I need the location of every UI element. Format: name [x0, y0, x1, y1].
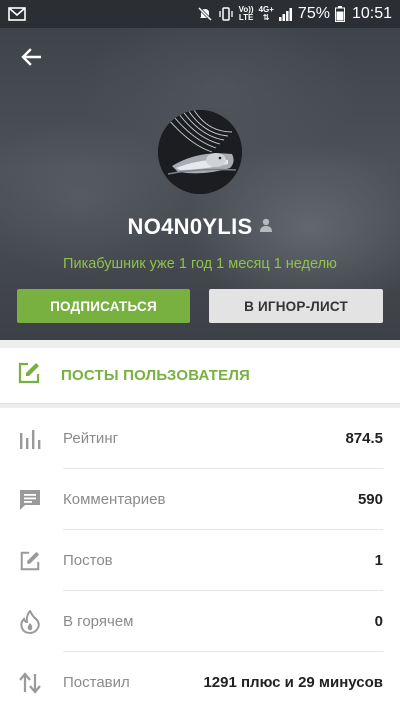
user-posts-label: ПОСТЫ ПОЛЬЗОВАТЕЛЯ — [61, 367, 251, 384]
vibrate-icon — [218, 6, 234, 22]
clock: 10:51 — [351, 5, 392, 22]
stat-value: 590 — [357, 491, 383, 508]
username-row: NO4N0YLIS — [0, 214, 400, 240]
mute-icon — [197, 6, 213, 22]
volte-indicator: Vo)) LTE — [238, 5, 254, 22]
stat-value: 874.5 — [345, 430, 383, 447]
stat-row-hot: В горячем 0 — [0, 591, 400, 652]
stat-label: Поставил — [63, 674, 130, 691]
username: NO4N0YLIS — [127, 214, 253, 239]
tenure-text: Пикабушник уже 1 год 1 месяц 1 неделю — [63, 256, 337, 272]
stat-label: В горячем — [63, 613, 134, 630]
ignore-list-button[interactable]: В ИГНОР-ЛИСТ — [209, 289, 383, 323]
profile-header: NO4N0YLIS Пикабушник уже 1 год 1 месяц 1… — [0, 28, 400, 340]
arrow-left-icon — [21, 47, 42, 71]
status-bar: Vo)) LTE 4G+ ⇅ 75% 10:51 — [0, 0, 400, 28]
stat-value: 1291 плюс и 29 минусов — [203, 674, 383, 691]
network-4g-indicator: 4G+ ⇅ — [258, 5, 274, 22]
battery-icon — [334, 6, 345, 22]
edit-icon — [17, 361, 41, 390]
edit-icon — [17, 548, 43, 574]
subscribe-button[interactable]: ПОДПИСАТЬСЯ — [17, 289, 190, 323]
stat-value: 0 — [374, 613, 383, 630]
stats-list: Рейтинг 874.5 Комментариев 590 Постов 1 … — [0, 408, 400, 711]
stat-row-votes: Поставил 1291 плюс и 29 минусов — [0, 652, 400, 711]
stat-value: 1 — [374, 552, 383, 569]
stat-label: Рейтинг — [63, 430, 119, 447]
stat-label: Комментариев — [63, 491, 166, 508]
mail-icon — [8, 7, 26, 21]
stat-label: Постов — [63, 552, 113, 569]
battery-percent: 75% — [297, 5, 330, 22]
signal-icon — [278, 7, 293, 21]
avatar — [158, 110, 242, 194]
user-icon — [260, 218, 273, 237]
back-button[interactable] — [14, 44, 48, 74]
fire-icon — [17, 609, 43, 635]
stat-row-comments: Комментариев 590 — [0, 469, 400, 530]
bar-chart-icon — [17, 426, 43, 452]
stat-row-posts: Постов 1 — [0, 530, 400, 591]
comment-icon — [17, 487, 43, 513]
user-posts-link[interactable]: ПОСТЫ ПОЛЬЗОВАТЕЛЯ — [0, 348, 400, 403]
stat-row-rating: Рейтинг 874.5 — [0, 408, 400, 469]
sort-arrows-icon — [17, 670, 43, 696]
